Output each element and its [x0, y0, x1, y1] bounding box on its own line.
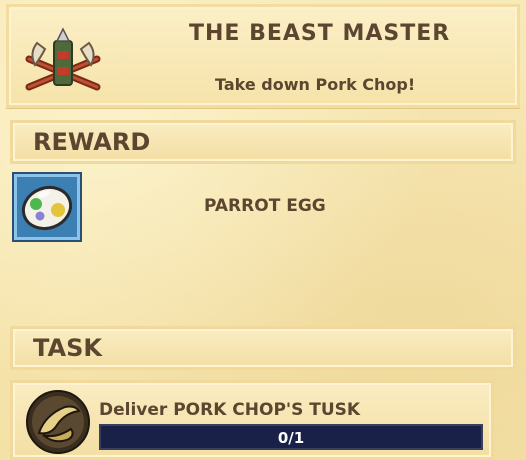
task-row[interactable]: Deliver PORK CHOP'S TUSK 0/1: [10, 380, 494, 460]
crossbow-skull-icon: [25, 27, 101, 91]
parrot-egg-icon: [21, 185, 73, 231]
task-description: Deliver PORK CHOP'S TUSK: [99, 400, 361, 420]
reward-item-name: PARROT EGG: [204, 196, 326, 216]
reward-item-slot[interactable]: [12, 172, 82, 242]
tusk-icon: [26, 390, 90, 454]
reward-section-label: REWARD: [33, 128, 151, 156]
quest-subtitle: Take down Pork Chop!: [215, 75, 416, 94]
task-section-label: TASK: [33, 334, 102, 362]
task-section-header: TASK: [10, 326, 516, 370]
quest-header: THE BEAST MASTER Take down Pork Chop!: [6, 4, 520, 108]
reward-section-header: REWARD: [10, 120, 516, 164]
quest-title: THE BEAST MASTER: [189, 21, 451, 46]
task-progress-bar: 0/1: [99, 424, 483, 450]
task-progress-text: 0/1: [277, 429, 305, 447]
